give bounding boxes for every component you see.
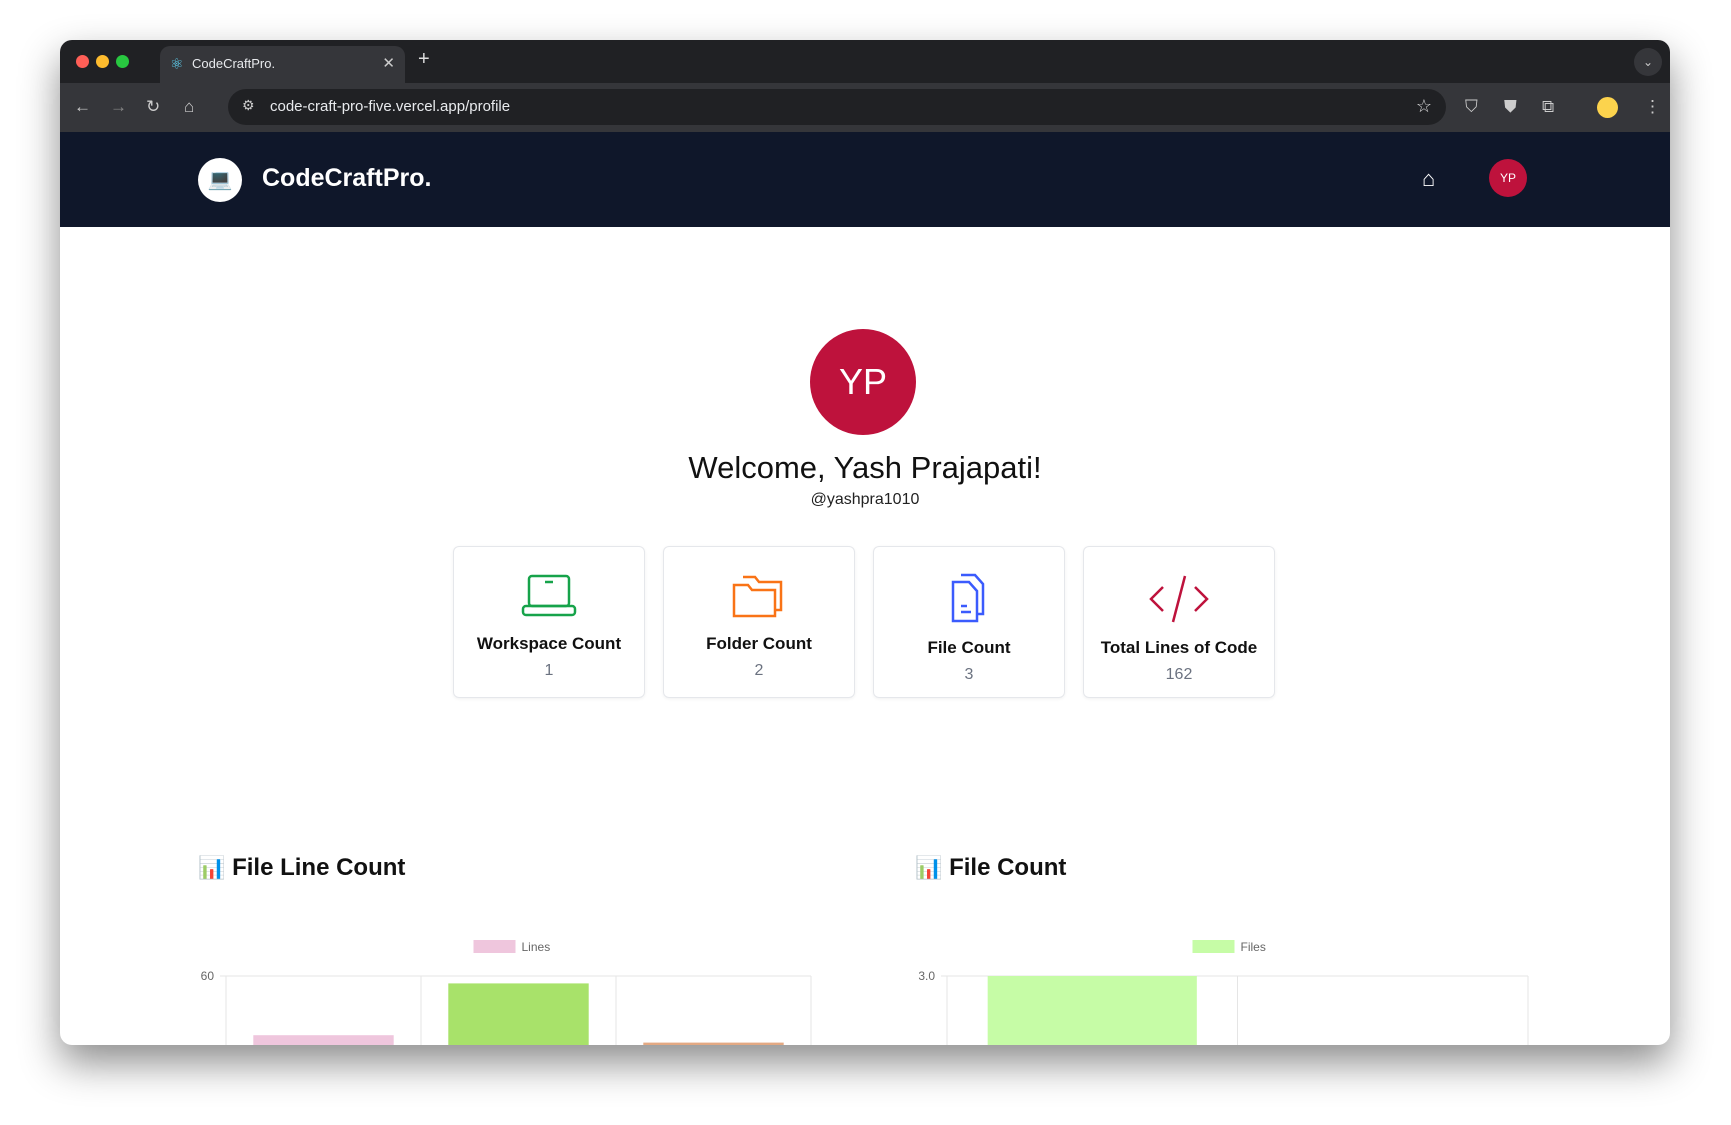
stat-card-file: File Count 3	[873, 546, 1065, 698]
bar-chart-icon: 📊	[198, 855, 226, 880]
home-icon[interactable]: ⌂	[184, 97, 194, 117]
new-tab-button[interactable]: +	[418, 48, 430, 71]
close-window-button[interactable]	[76, 55, 89, 68]
stat-card-workspace: Workspace Count 1	[453, 546, 645, 698]
chart-title-text: File Count	[949, 854, 1067, 881]
bookmark-star-icon[interactable]: ☆	[1416, 96, 1432, 117]
menu-kebab-icon[interactable]: ⋮	[1644, 97, 1661, 117]
browser-tab[interactable]: ⚛ CodeCraftPro. ✕	[160, 46, 405, 83]
file-count-chart: Files 3.0 2.5	[918, 940, 1529, 1045]
back-arrow-icon[interactable]: ←	[74, 97, 91, 117]
welcome-heading: Welcome, Yash Prajapati!	[688, 450, 1042, 485]
bitwarden-extension-icon[interactable]: ⛊	[1504, 97, 1517, 117]
code-icon	[1149, 575, 1209, 623]
bar	[253, 1035, 394, 1045]
reload-icon[interactable]: ↻	[146, 97, 160, 117]
stat-value: 3	[964, 666, 974, 683]
browser-toolbar: ← → ↻ ⌂ ⚙ code-craft-pro-five.vercel.app…	[60, 83, 1670, 132]
shield-extension-icon[interactable]: ⛉	[1465, 97, 1478, 117]
stat-value: 1	[544, 662, 554, 679]
legend-label: Lines	[522, 940, 551, 954]
legend-swatch	[1192, 940, 1235, 953]
tab-title: CodeCraftPro.	[192, 56, 276, 71]
logo-laptop-icon[interactable]: 💻	[198, 158, 242, 202]
app-navbar: 💻 CodeCraftPro. ⌂ YP	[60, 132, 1670, 227]
stat-label: Folder Count	[706, 634, 812, 653]
tab-bar: ⚛ CodeCraftPro. ✕ + ⌄	[60, 40, 1670, 83]
file-line-count-title: 📊 File Line Count	[198, 854, 405, 882]
bar	[987, 976, 1197, 1045]
stat-label: File Count	[927, 638, 1011, 657]
browser-window: ⚛ CodeCraftPro. ✕ + ⌄ ← → ↻ ⌂ ⚙ code-cra…	[60, 40, 1670, 1045]
y-tick-label: 60	[201, 969, 215, 983]
laptop-icon	[521, 574, 577, 617]
bar-chart-icon: 📊	[915, 855, 943, 880]
chart-title-text: File Line Count	[232, 854, 406, 881]
url-text: code-craft-pro-five.vercel.app/profile	[270, 98, 511, 115]
legend-label: Files	[1241, 940, 1266, 954]
profile-avatar-icon[interactable]	[1597, 97, 1618, 118]
site-settings-icon[interactable]: ⚙	[242, 97, 255, 114]
maximize-window-button[interactable]	[116, 55, 129, 68]
legend-swatch	[473, 940, 516, 953]
profile-avatar: YP	[810, 329, 916, 435]
stat-value: 2	[754, 662, 764, 679]
react-favicon-icon: ⚛	[170, 56, 184, 73]
tab-search-chevron-down-icon[interactable]: ⌄	[1634, 48, 1662, 76]
address-bar[interactable]: ⚙ code-craft-pro-five.vercel.app/profile…	[228, 89, 1446, 125]
y-tick-label: 2.5	[918, 1043, 935, 1045]
stat-label: Total Lines of Code	[1100, 638, 1258, 657]
forward-arrow-icon[interactable]: →	[110, 97, 127, 117]
y-tick-label: 3.0	[918, 969, 935, 983]
home-nav-icon[interactable]: ⌂	[1422, 166, 1435, 192]
folders-icon	[732, 575, 783, 618]
files-icon	[951, 573, 985, 623]
y-tick-label: 50	[201, 1043, 215, 1045]
user-avatar-button[interactable]: YP	[1489, 159, 1527, 197]
stat-card-folder: Folder Count 2	[663, 546, 855, 698]
minimize-window-button[interactable]	[96, 55, 109, 68]
stat-label: Workspace Count	[476, 634, 622, 653]
username-handle: @yashpra1010	[810, 491, 920, 508]
bar	[448, 983, 589, 1045]
stat-value: 162	[1165, 666, 1193, 683]
bar	[643, 1042, 784, 1045]
close-tab-icon[interactable]: ✕	[382, 54, 395, 72]
extensions-puzzle-icon[interactable]: ⧉	[1542, 97, 1554, 117]
file-count-title: 📊 File Count	[915, 854, 1066, 882]
file-line-count-chart: Lines 60 50	[201, 940, 812, 1045]
brand-name[interactable]: CodeCraftPro.	[262, 164, 431, 193]
stat-card-lines: Total Lines of Code 162	[1083, 546, 1275, 698]
